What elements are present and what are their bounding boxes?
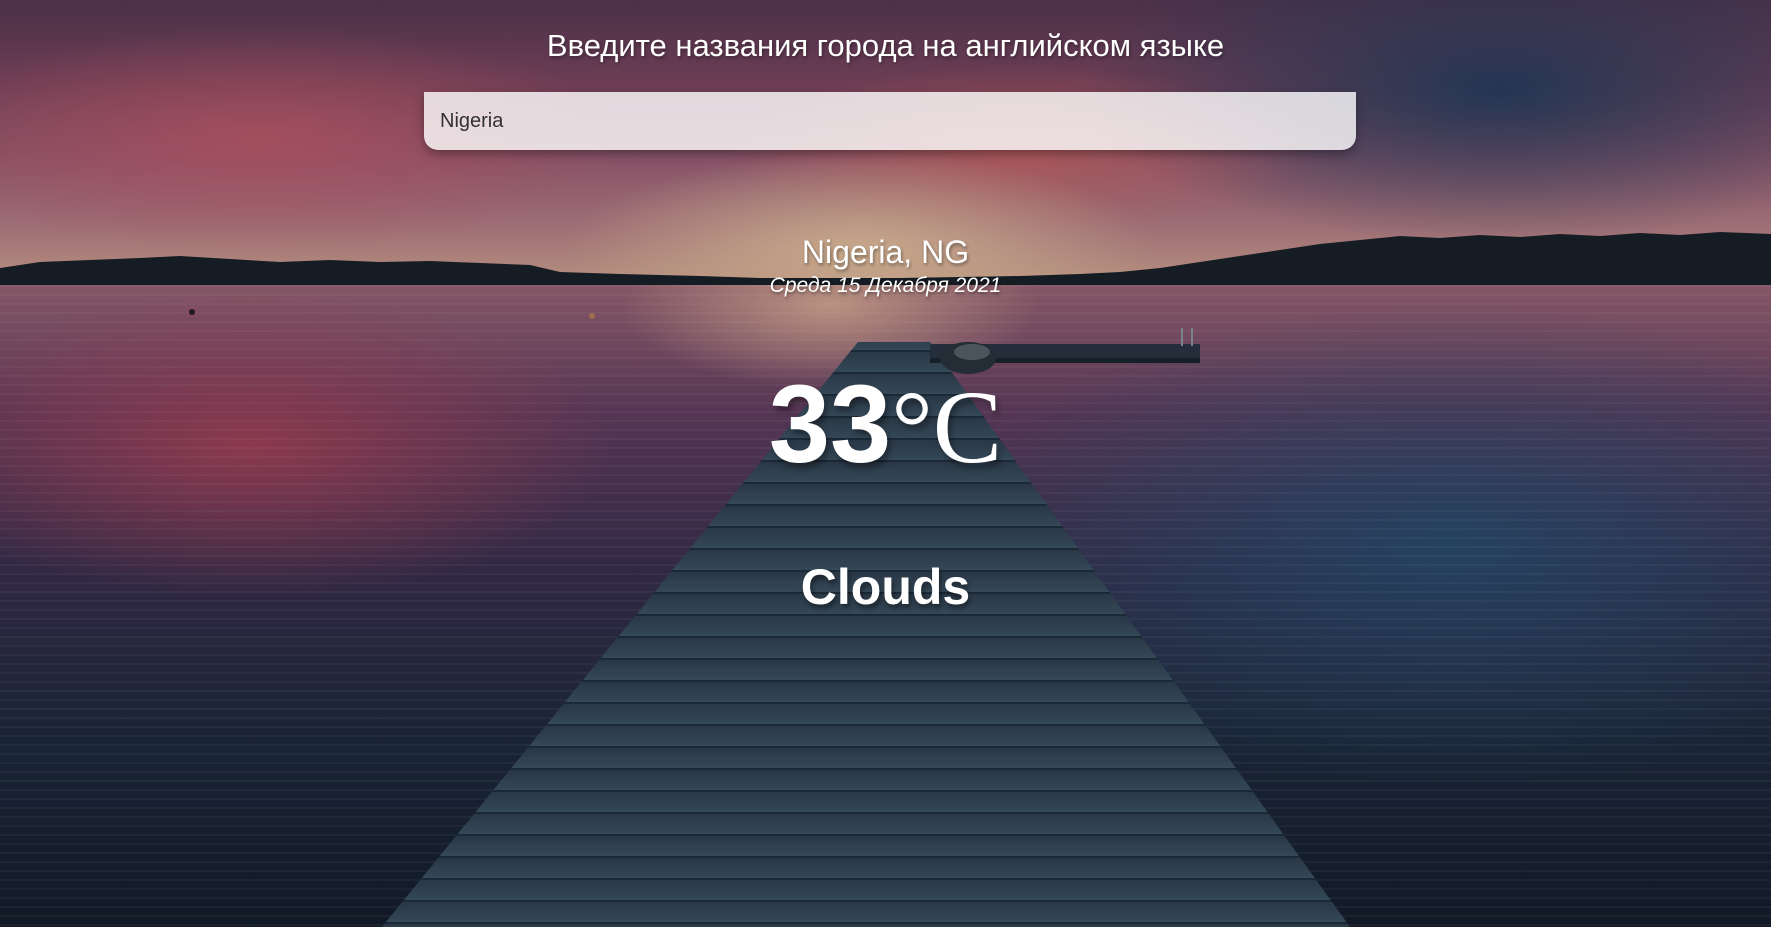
weather-app: Введите названия города на английском яз… — [0, 0, 1771, 927]
city-search-input[interactable] — [424, 92, 1356, 150]
temperature-display: 33°C — [0, 370, 1771, 513]
weather-condition: Clouds — [800, 559, 971, 615]
current-date: Среда 15 Декабря 2021 — [769, 274, 1002, 297]
location-name: Nigeria, NG — [801, 234, 970, 270]
search-prompt: Введите названия города на английском яз… — [546, 28, 1225, 63]
search-box[interactable] — [424, 92, 1356, 150]
temperature-unit: °C — [891, 370, 1003, 485]
temperature-value: 33 — [768, 363, 892, 486]
